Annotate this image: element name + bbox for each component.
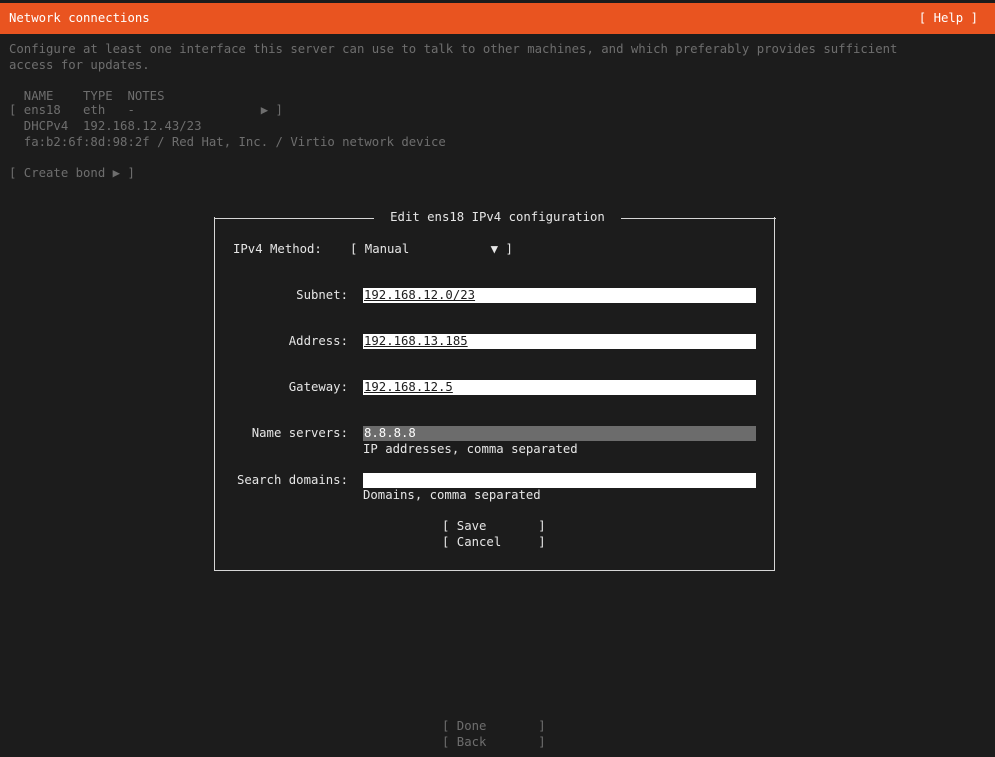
page-title: Network connections — [9, 11, 150, 25]
ipv4-method-select[interactable]: [ Manual ▼ ] — [350, 242, 513, 258]
dialog-title: Edit ens18 IPv4 configuration — [382, 210, 613, 224]
help-button[interactable]: [ Help ] — [919, 11, 978, 27]
create-bond-button[interactable]: [ Create bond ▶ ] — [9, 166, 135, 182]
dialog-border-right — [621, 218, 776, 219]
search-domains-input[interactable] — [363, 473, 756, 488]
done-button[interactable]: [ Done ] — [442, 719, 546, 735]
title-bar: Network connections [ Help ] — [0, 3, 995, 34]
ipv4-method-label: IPv4 Method: — [233, 242, 322, 256]
interface-detail-mac: fa:b2:6f:8d:98:2f / Red Hat, Inc. / Virt… — [9, 135, 446, 149]
cancel-button[interactable]: [ Cancel ] — [442, 535, 546, 551]
subnet-value: 192.168.12.0/23 — [364, 288, 476, 302]
interface-detail-dhcp: DHCPv4 192.168.12.43/23 — [9, 119, 202, 133]
subnet-input[interactable]: 192.168.12.0/23 — [363, 288, 756, 303]
name-servers-help: IP addresses, comma separated — [363, 442, 578, 456]
address-label: Address: — [288, 334, 348, 348]
subnet-label: Subnet: — [296, 288, 348, 302]
name-servers-value: 8.8.8.8 — [364, 426, 416, 440]
name-servers-input[interactable]: 8.8.8.8 — [363, 426, 756, 441]
address-input[interactable]: 192.168.13.185 — [363, 334, 756, 349]
name-servers-label: Name servers: — [251, 426, 348, 440]
back-button[interactable]: [ Back ] — [442, 735, 546, 751]
dialog-border-left — [214, 218, 374, 219]
intro-text-line-2: access for updates. — [9, 58, 150, 72]
intro-text-line-1: Configure at least one interface this se… — [9, 42, 898, 56]
search-domains-label: Search domains: — [236, 473, 348, 487]
gateway-value: 192.168.12.5 — [364, 380, 453, 394]
search-domains-help: Domains, comma separated — [363, 488, 541, 502]
interface-row-ens18[interactable]: [ ens18 eth - ▶ ] — [9, 103, 283, 119]
gateway-input[interactable]: 192.168.12.5 — [363, 380, 756, 395]
gateway-label: Gateway: — [288, 380, 348, 394]
address-value: 192.168.13.185 — [364, 334, 468, 348]
save-button[interactable]: [ Save ] — [442, 519, 546, 535]
